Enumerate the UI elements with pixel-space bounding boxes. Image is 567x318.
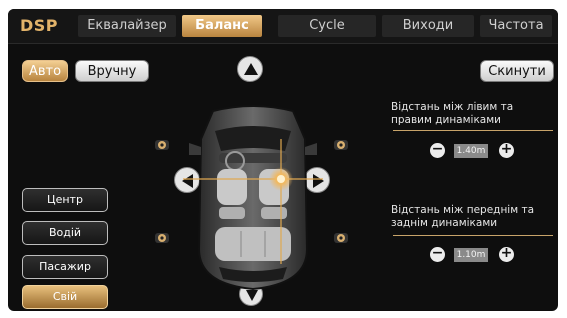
tab-cycle[interactable]: Cycle	[278, 15, 376, 37]
plus-icon: +	[500, 245, 513, 261]
preset-passenger-button[interactable]: Пасажир	[22, 255, 108, 279]
car-top-view[interactable]	[153, 99, 353, 299]
car-icon	[183, 105, 323, 291]
reset-button[interactable]: Скинути	[480, 60, 554, 82]
auto-mode-button[interactable]: Авто	[22, 60, 68, 82]
plus-icon: +	[500, 141, 513, 157]
dsp-screen: DSP Еквалайзер Баланс Cycle Виходи Часто…	[8, 9, 558, 311]
left-right-increase-button[interactable]: +	[499, 141, 514, 158]
left-right-distance-label: Відстань між лівим та правим динаміками	[391, 101, 514, 126]
tab-balance[interactable]: Баланс	[182, 15, 262, 37]
left-right-distance-value: 1.40m	[454, 144, 488, 158]
front-rear-distance-value: 1.10m	[454, 248, 488, 262]
divider	[393, 235, 553, 236]
preset-driver-button[interactable]: Водій	[22, 221, 108, 245]
app-title: DSP	[20, 16, 59, 35]
speaker-rear-left-icon	[155, 233, 169, 243]
divider	[393, 130, 553, 131]
triangle-up-icon	[244, 63, 258, 75]
minus-icon: −	[431, 141, 444, 157]
preset-center-button[interactable]: Центр	[22, 188, 108, 212]
tab-equalizer[interactable]: Еквалайзер	[78, 15, 176, 37]
minus-icon: −	[431, 245, 444, 261]
front-rear-decrease-button[interactable]: −	[430, 245, 445, 262]
speaker-front-left-icon	[155, 140, 169, 150]
preset-custom-button[interactable]: Свій	[22, 285, 108, 309]
manual-mode-button[interactable]: Вручну	[75, 60, 149, 82]
left-right-decrease-button[interactable]: −	[430, 141, 445, 158]
move-up-button[interactable]	[237, 56, 263, 82]
front-rear-increase-button[interactable]: +	[499, 245, 514, 262]
top-bar: DSP Еквалайзер Баланс Cycle Виходи Часто…	[8, 9, 558, 44]
tab-outputs[interactable]: Виходи	[382, 15, 474, 37]
front-rear-distance-label: Відстань між переднім та заднім динаміка…	[391, 204, 535, 229]
tab-frequency[interactable]: Частота	[480, 15, 552, 37]
speaker-rear-right-icon	[334, 233, 348, 243]
speaker-front-right-icon	[334, 140, 348, 150]
